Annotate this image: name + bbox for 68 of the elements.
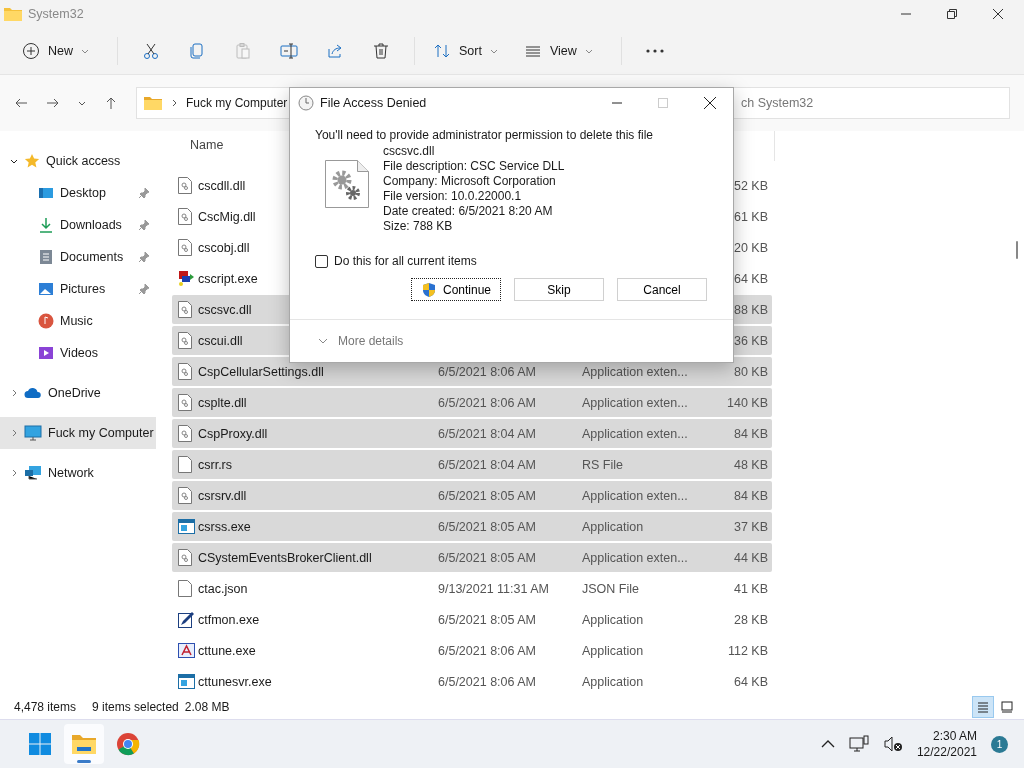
file-name: cscript.exe <box>198 271 258 286</box>
file-name: cttunesvr.exe <box>198 674 272 689</box>
size-cell: 37 KB <box>733 519 768 534</box>
file-name: CscMig.dll <box>198 209 256 224</box>
size-cell: 80 KB <box>733 364 768 379</box>
type-cell: Application exten... <box>582 550 688 565</box>
dialog-message: You'll need to provide administrator permission to delete this file <box>315 128 655 142</box>
file-name: CSystemEventsBrokerClient.dll <box>198 550 372 565</box>
file-name: CspCellularSettings.dll <box>198 364 324 379</box>
date-cell: 6/5/2021 8:05 AM <box>438 488 536 503</box>
type-cell: Application <box>582 519 644 534</box>
selection-size: 2.08 MB <box>184 700 230 714</box>
type-cell: Application exten... <box>582 395 688 410</box>
size-cell: 36 KB <box>733 333 768 348</box>
file-name: cscui.dll <box>198 333 243 348</box>
date-cell: 9/13/2021 11:31 AM <box>438 581 549 596</box>
type-cell: Application <box>582 612 644 627</box>
size-cell: 28 KB <box>733 612 768 627</box>
file-name: cscsvc.dll <box>198 302 252 317</box>
date-cell: 6/5/2021 8:04 AM <box>438 457 536 472</box>
date-cell: 6/5/2021 8:06 AM <box>438 643 536 658</box>
file-name: cscdll.dll <box>198 178 246 193</box>
date-cell: 6/5/2021 8:06 AM <box>438 674 536 689</box>
type-cell: RS File <box>582 457 623 472</box>
type-cell: Application exten... <box>582 364 688 379</box>
item-count: 4,478 items <box>14 700 77 714</box>
file-name: cttune.exe <box>198 643 256 658</box>
size-cell: 88 KB <box>733 302 768 317</box>
type-cell: Application exten... <box>582 426 688 441</box>
type-cell: Application exten... <box>582 488 688 503</box>
selection-count: 9 items selected <box>92 700 179 714</box>
date-cell: 6/5/2021 8:04 AM <box>438 426 536 441</box>
type-cell: JSON File <box>582 581 639 596</box>
size-cell: 112 KB <box>727 643 768 658</box>
size-cell: 48 KB <box>733 457 768 472</box>
size-cell: 52 KB <box>733 178 768 193</box>
size-cell: 84 KB <box>733 488 768 503</box>
size-cell: 44 KB <box>733 550 768 565</box>
type-cell: Application <box>582 674 644 689</box>
date-cell: 6/5/2021 8:05 AM <box>438 519 536 534</box>
file-detail: Date created: 6/5/2021 8:20 AM <box>383 204 554 219</box>
date-cell: 6/5/2021 8:05 AM <box>438 550 536 565</box>
file-detail: Size: 788 KB <box>383 219 454 234</box>
date-cell: 6/5/2021 8:05 AM <box>438 612 536 627</box>
file-detail: Company: Microsoft Corporation <box>383 174 557 189</box>
window-title: System32 <box>28 7 84 21</box>
file-detail: cscsvc.dll <box>383 144 436 159</box>
file-name: cscobj.dll <box>198 240 250 255</box>
dialog-title: File Access Denied <box>320 96 427 110</box>
size-cell: 140 KB <box>727 395 768 410</box>
size-cell: 84 KB <box>733 426 768 441</box>
size-cell: 61 KB <box>733 209 768 224</box>
file-name: csplte.dll <box>198 395 247 410</box>
size-cell: 20 KB <box>733 240 768 255</box>
date-cell: 6/5/2021 8:06 AM <box>438 395 536 410</box>
type-cell: Application <box>582 643 644 658</box>
file-name: csrss.exe <box>198 519 251 534</box>
file-detail: File version: 10.0.22000.1 <box>383 189 523 204</box>
size-cell: 41 KB <box>733 581 768 596</box>
date-cell: 6/5/2021 8:06 AM <box>438 364 536 379</box>
size-cell: 64 KB <box>733 674 768 689</box>
file-name: ctac.json <box>198 581 248 596</box>
file-name: csrsrv.dll <box>198 488 247 503</box>
file-detail: File description: CSC Service DLL <box>383 159 565 174</box>
file-name: ctfmon.exe <box>198 612 260 627</box>
size-cell: 64 KB <box>733 271 768 286</box>
file-name: csrr.rs <box>198 457 233 472</box>
file-name: CspProxy.dll <box>198 426 268 441</box>
